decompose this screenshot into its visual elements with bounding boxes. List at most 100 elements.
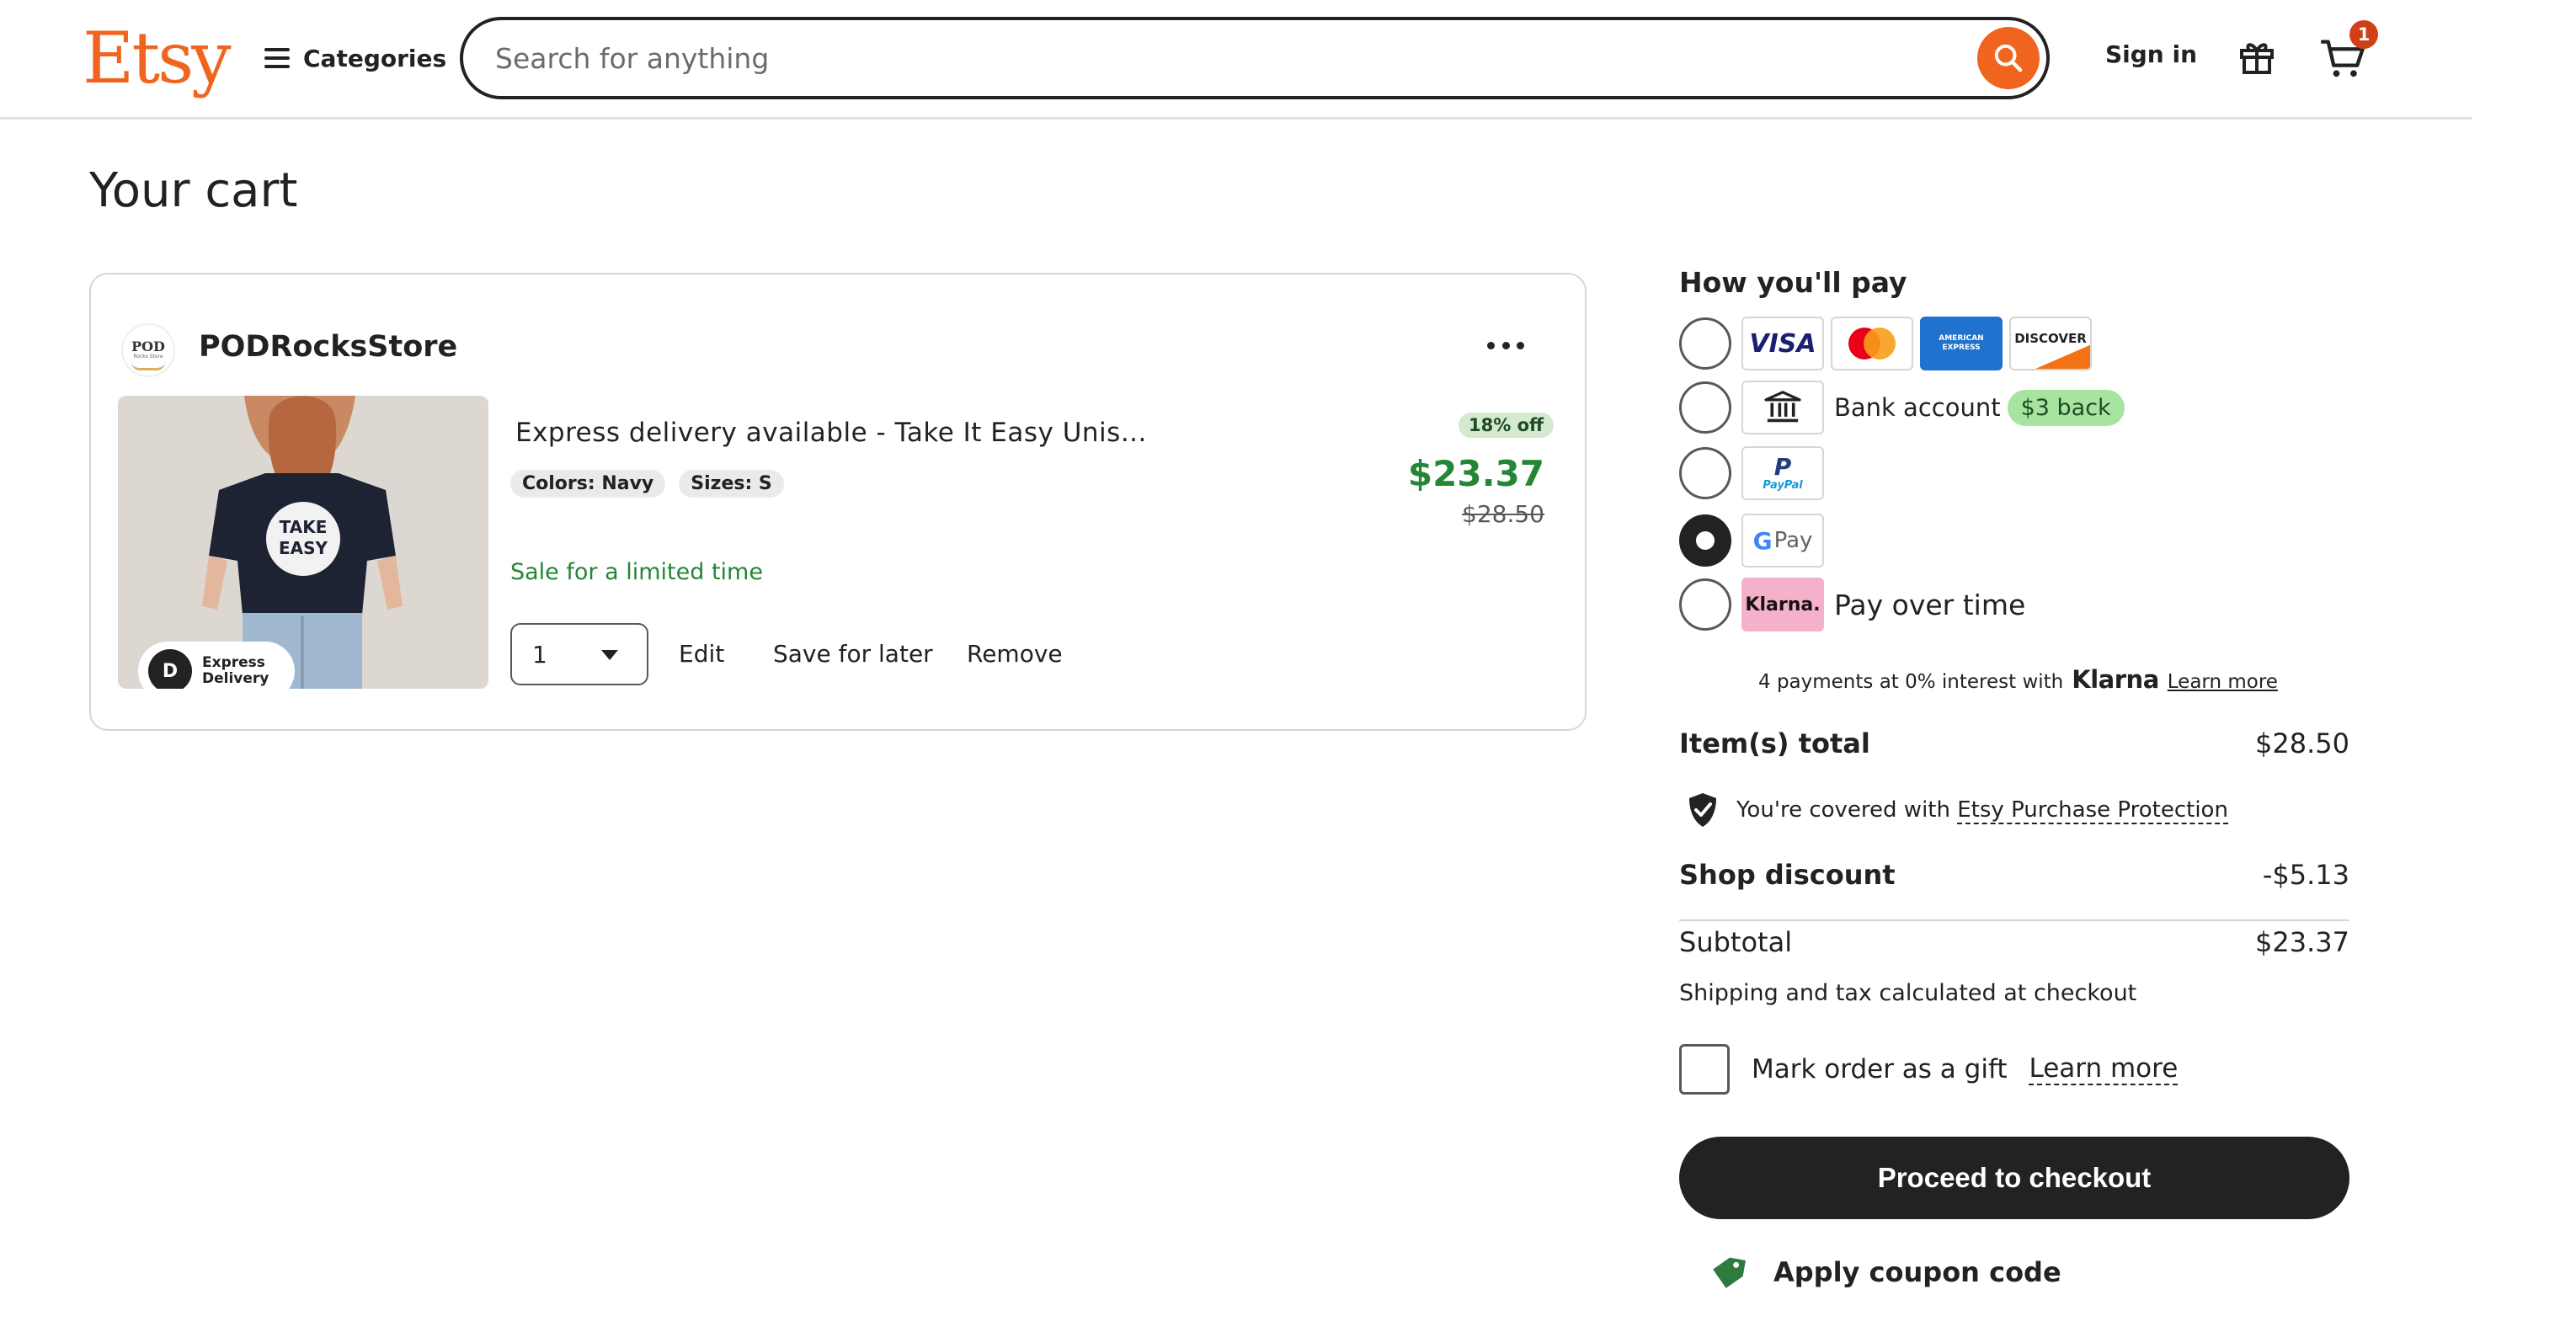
cashback-badge: $3 back [2007,389,2125,426]
quantity-select[interactable]: 1 [510,623,648,685]
sign-in-link[interactable]: Sign in [2105,40,2197,68]
mastercard-circles [1848,328,1896,360]
categories-button[interactable]: Categories [264,37,446,79]
search-input[interactable] [495,41,1843,75]
more-options-button[interactable] [1487,337,1524,354]
express-badge-line2: Delivery [202,670,269,687]
amex-logo-icon: AMERICAN EXPRESS [1920,317,2003,370]
apply-coupon-button[interactable]: Apply coupon code [1709,1253,2061,1292]
subtotal-value: $23.37 [2255,926,2349,958]
edit-button[interactable]: Edit [679,640,724,668]
visa-logo-icon: VISA [1741,317,1824,370]
original-price: $28.50 [1462,500,1544,528]
mastercard-logo-icon [1831,317,1913,370]
apply-coupon-label: Apply coupon code [1773,1256,2061,1288]
tag-icon [1713,1257,1746,1288]
express-delivery-badge: D Express Delivery [138,642,295,689]
shop-discount-value: -$5.13 [2262,859,2349,891]
shop-name-link[interactable]: PODRocksStore [199,330,457,364]
google-pay-logo-icon: G Pay [1741,514,1824,567]
shipping-note: Shipping and tax calculated at checkout [1679,980,2137,1006]
categories-label: Categories [303,44,447,72]
shop-avatar[interactable]: POD Rocks Store [121,323,175,377]
more-dot-icon [1487,341,1495,349]
remove-button[interactable]: Remove [967,640,1063,668]
express-badge-line1: Express [202,654,265,671]
gift-learn-more-link[interactable]: Learn more [2029,1053,2179,1085]
search-icon [1994,44,2023,72]
payment-heading: How you'll pay [1679,266,1907,299]
product-title-link[interactable]: Express delivery available - Take It Eas… [515,418,1147,448]
shop-avatar-ring [131,362,165,370]
klarna-learn-more-link[interactable]: Learn more [2168,671,2278,693]
etsy-logo[interactable]: Etsy [83,12,232,104]
gift-checkbox[interactable] [1679,1044,1730,1095]
klarna-note: 4 payments at 0% interest with Klarna Le… [1758,665,2278,694]
payment-option-google-pay[interactable]: G Pay [1679,514,1824,567]
save-for-later-button[interactable]: Save for later [773,640,933,668]
svg-text:TAKE: TAKE [280,517,328,537]
google-pay-logo-text: Pay [1773,528,1813,553]
search-button[interactable] [1977,27,2040,89]
variation-chips: Colors: Navy Sizes: S [510,470,784,498]
payment-option-klarna[interactable]: Klarna. Pay over time [1679,578,2025,631]
cart-count-badge: 1 [2349,20,2378,49]
items-total-row: Item(s) total $28.50 [1679,727,2349,759]
radio-paypal[interactable] [1679,447,1731,499]
radio-bank[interactable] [1679,381,1731,434]
radio-klarna[interactable] [1679,578,1731,631]
klarna-brand: Klarna [2072,665,2159,694]
payment-option-paypal[interactable]: P PayPal [1679,446,1824,500]
visa-logo-text: VISA [1749,328,1816,359]
items-total-value: $28.50 [2255,727,2349,759]
shop-avatar-subtext: Rocks Store [133,354,163,360]
payment-option-bank[interactable]: Bank account $3 back [1679,381,2125,434]
gift-label: Mark order as a gift [1752,1054,2008,1084]
summary-divider [1679,919,2349,921]
google-g-icon: G [1752,526,1773,555]
proceed-to-checkout-button[interactable]: Proceed to checkout [1679,1137,2349,1219]
purchase-protection: You're covered with Etsy Purchase Protec… [1686,791,2228,829]
variation-chip-size: Sizes: S [679,470,784,498]
protection-text: You're covered with [1736,797,1950,823]
purchase-protection-link[interactable]: Etsy Purchase Protection [1957,797,2228,824]
svg-text:EASY: EASY [279,538,328,558]
bank-building-icon [1764,391,1801,423]
hamburger-icon [264,48,290,68]
sale-price: $23.37 [1407,453,1544,494]
subtotal-label: Subtotal [1679,926,1793,958]
paypal-logo-text: PayPal [1763,478,1803,492]
klarna-note-text: 4 payments at 0% interest with [1758,671,2064,693]
items-total-label: Item(s) total [1679,727,1870,759]
search-bar [460,17,2050,99]
discount-badge: 18% off [1459,413,1555,438]
klarna-label: Pay over time [1834,588,2026,621]
sale-note: Sale for a limited time [510,559,763,585]
variation-chip-color: Colors: Navy [510,470,666,498]
express-delivery-icon: D [148,649,192,689]
klarna-logo-icon: Klarna. [1741,578,1824,631]
subtotal-row: Subtotal $23.37 [1679,926,2349,958]
caret-down-icon [601,650,618,660]
bank-icon [1741,381,1824,434]
paypal-p-icon: P [1773,452,1792,481]
bank-account-label: Bank account [1834,393,2001,422]
discover-logo-icon: DISCOVER [2009,317,2092,370]
amex-logo-text: AMERICAN EXPRESS [1939,334,1984,352]
paypal-logo-icon: P PayPal [1741,446,1824,500]
shop-discount-row: Shop discount -$5.13 [1679,859,2349,891]
gift-icon[interactable] [2237,37,2277,77]
shop-discount-label: Shop discount [1679,859,1896,891]
site-header: Etsy Categories Sign in 1 [0,0,2472,120]
shop-avatar-text: POD [131,338,165,354]
payment-option-card[interactable]: VISA AMERICAN EXPRESS DISCOVER [1679,317,2092,370]
product-image[interactable]: TAKE EASY D Express Delivery [118,396,488,689]
more-dot-icon [1517,341,1524,349]
more-dot-icon [1501,341,1510,349]
radio-google-pay[interactable] [1679,514,1731,567]
quantity-value: 1 [532,640,547,669]
radio-card[interactable] [1679,317,1731,370]
discover-swoosh [2035,344,2090,369]
page-title: Your cart [89,163,298,218]
shield-check-icon [1689,793,1716,827]
